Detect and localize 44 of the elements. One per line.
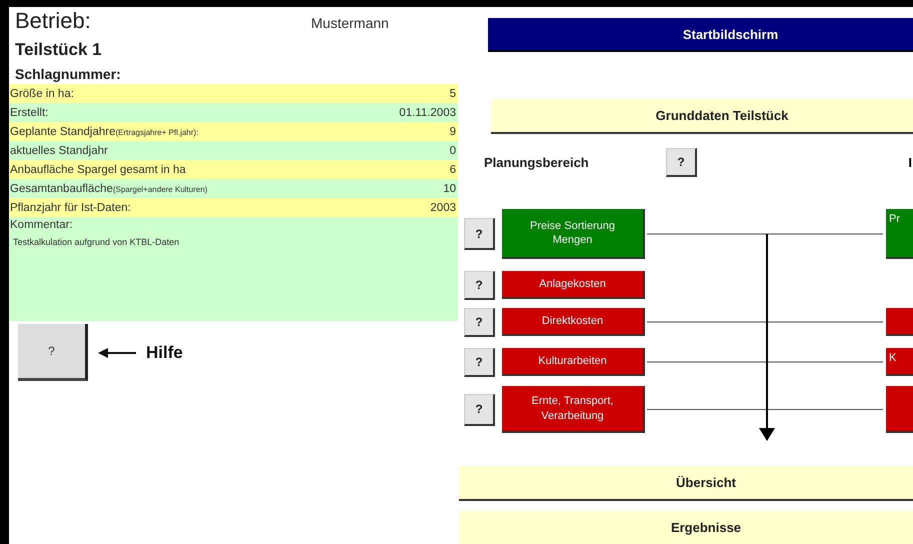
field-label: Geplante Standjahre(Ertragsjahre+ Pfl.jahr): [10,126,198,138]
field-label: Anbaufläche Spargel gesamt in ha [10,164,186,176]
field-value: 10 [443,182,456,194]
field-label: Größe in ha: [10,88,74,100]
field-label: Pflanzjahr für Ist-Daten: [10,202,131,214]
section-button[interactable]: Kulturarbeiten [502,348,645,376]
comment-label: Kommentar: [10,219,74,231]
field-value: 01.11.2003 [399,106,456,118]
section-button[interactable]: Anlagekosten [502,271,645,299]
field-label: aktuelles Standjahr [10,144,108,156]
field-number-label: Schlagnummer: [14,65,121,84]
arrow-left-icon [98,348,136,358]
actual-label: I [908,154,913,170]
basic-data-button[interactable]: Grunddaten Teilstück [491,99,913,134]
help-button[interactable]: ? [464,218,495,250]
help-label: Hilfe [146,342,183,362]
planning-label: Planungsbereich [484,154,590,170]
help-button[interactable]: ? [464,270,495,300]
company-label: Betrieb: [15,8,92,34]
field-value: 9 [450,126,456,138]
help-button[interactable]: ? [464,308,495,336]
field-value: 5 [450,88,456,100]
section-button[interactable]: K [886,348,913,376]
section-button[interactable]: Direktkosten [502,308,645,336]
section-button[interactable] [886,308,913,336]
results-button[interactable]: Ergebnisse [459,511,913,544]
field-value: 0 [450,144,456,156]
help-button[interactable]: ? [464,348,495,376]
help-button[interactable]: ? [666,148,697,176]
section-button[interactable] [886,386,913,433]
overview-button[interactable]: Übersicht [459,466,913,501]
field-value: 2003 [430,202,456,214]
field-label: Gesamtanbaufläche(Spargel+andere Kulturen) [10,182,208,194]
section-button[interactable]: Preise Sortierung Mengen [502,209,645,259]
section-button[interactable]: Ernte, Transport, Verarbeitung [502,386,645,433]
plot-title: Teilstück 1 [14,39,102,60]
field-label: Erstellt: [10,106,48,118]
company-name: Mustermann [311,15,389,31]
start-screen-button[interactable]: Startbildschirm [488,18,913,52]
field-value: 6 [450,164,456,176]
section-button[interactable]: Pr [886,209,913,259]
comment-text: Testkalkulation aufgrund von KTBL-Daten [12,237,180,247]
help-button[interactable]: ? [18,324,88,381]
help-button[interactable]: ? [464,394,495,426]
